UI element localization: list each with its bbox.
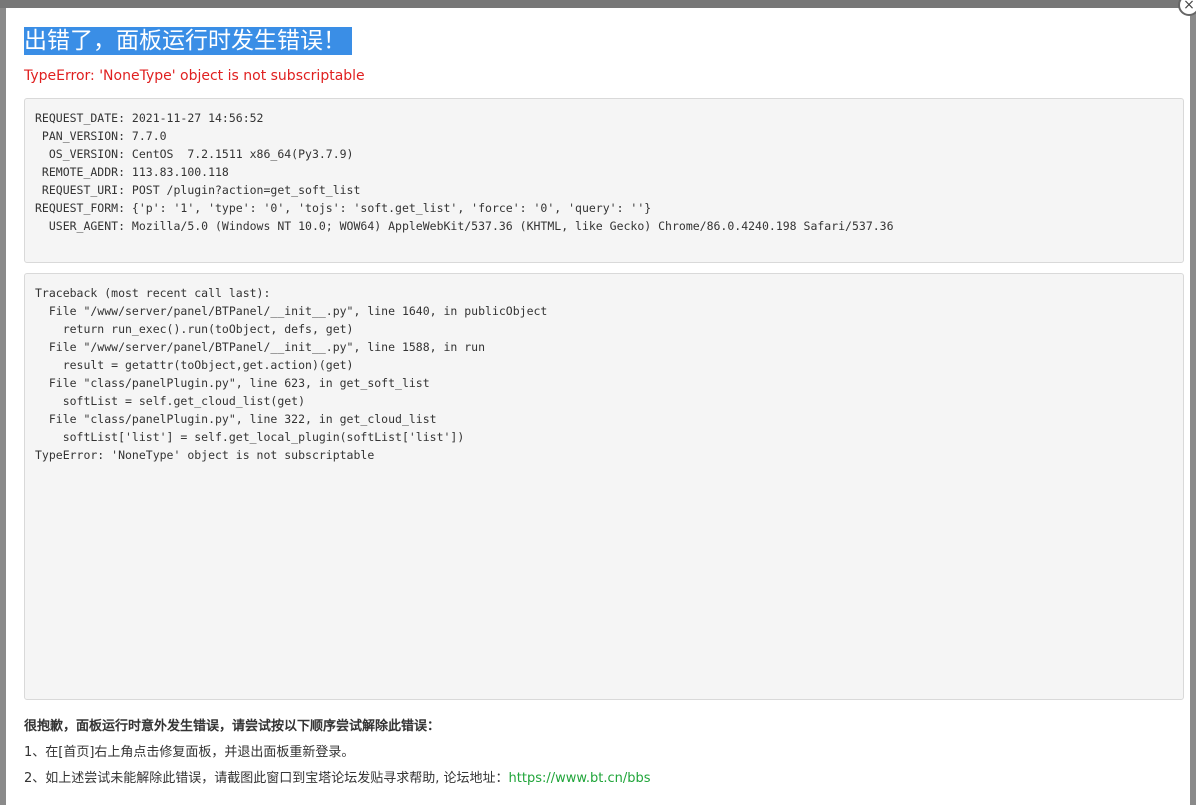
help-step-2: 2、如上述尝试未能解除此错误，请截图此窗口到宝塔论坛发贴寻求帮助, 论坛地址：h… — [24, 766, 1184, 792]
request-form-line: REQUEST_FORM: {'p': '1', 'type': '0', 't… — [35, 201, 652, 215]
request-uri-line: REQUEST_URI: POST /plugin?action=get_sof… — [35, 183, 361, 197]
traceback-text: Traceback (most recent call last): File … — [35, 284, 1173, 464]
help-step-2-text: 2、如上述尝试未能解除此错误，请截图此窗口到宝塔论坛发贴寻求帮助, 论坛地址： — [24, 771, 509, 786]
traceback-panel: Traceback (most recent call last): File … — [24, 273, 1184, 700]
forum-link[interactable]: https://www.bt.cn/bbs — [509, 771, 651, 786]
user-agent-line: USER_AGENT: Mozilla/5.0 (Windows NT 10.0… — [35, 219, 894, 233]
traceback-line: File "class/panelPlugin.py", line 322, i… — [35, 412, 437, 426]
traceback-line: File "class/panelPlugin.py", line 623, i… — [35, 376, 430, 390]
traceback-line: Traceback (most recent call last): — [35, 286, 271, 300]
traceback-line: result = getattr(toObject,get.action)(ge… — [35, 358, 354, 372]
error-dialog: × 出错了，面板运行时发生错误！ TypeError: 'NoneType' o… — [6, 0, 1196, 805]
os-version-line: OS_VERSION: CentOS 7.2.1511 x86_64(Py3.7… — [35, 147, 354, 161]
error-message: TypeError: 'NoneType' object is not subs… — [24, 68, 365, 84]
traceback-line: File "/www/server/panel/BTPanel/__init__… — [35, 304, 548, 318]
request-date-line: REQUEST_DATE: 2021-11-27 14:56:52 — [35, 111, 264, 125]
traceback-line: softList['list'] = self.get_local_plugin… — [35, 430, 465, 444]
help-title: 很抱歉，面板运行时意外发生错误，请尝试按以下顺序尝试解除此错误： — [24, 719, 441, 734]
remote-addr-line: REMOTE_ADDR: 113.83.100.118 — [35, 165, 229, 179]
error-title: 出错了，面板运行时发生错误！ — [24, 27, 352, 55]
traceback-line: TypeError: 'NoneType' object is not subs… — [35, 448, 375, 462]
page-backdrop — [0, 0, 1196, 8]
help-step-1: 1、在[首页]右上角点击修复面板，并退出面板重新登录。 — [24, 745, 355, 760]
request-info-text: REQUEST_DATE: 2021-11-27 14:56:52 PAN_VE… — [35, 109, 1173, 235]
help-section: 很抱歉，面板运行时意外发生错误，请尝试按以下顺序尝试解除此错误： 1、在[首页]… — [24, 714, 1184, 792]
close-icon[interactable]: × — [1178, 0, 1196, 16]
traceback-line: softList = self.get_cloud_list(get) — [35, 394, 306, 408]
panel-version-line: PAN_VERSION: 7.7.0 — [35, 129, 167, 143]
traceback-line: return run_exec().run(toObject, defs, ge… — [35, 322, 354, 336]
request-info-panel: REQUEST_DATE: 2021-11-27 14:56:52 PAN_VE… — [24, 98, 1184, 263]
traceback-line: File "/www/server/panel/BTPanel/__init__… — [35, 340, 486, 354]
